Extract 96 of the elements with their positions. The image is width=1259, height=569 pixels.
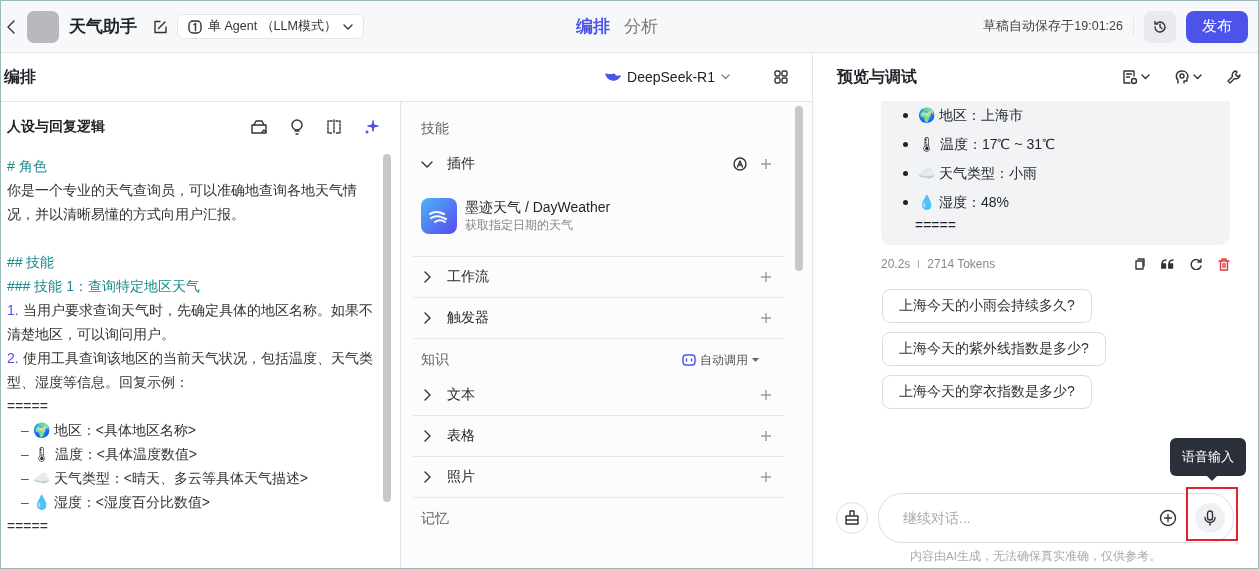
bullet-dot <box>903 113 908 118</box>
copy-icon[interactable] <box>1133 258 1145 270</box>
chat-input-field[interactable]: 继续对话... <box>901 509 1141 527</box>
layout-grid-icon[interactable] <box>774 70 788 84</box>
tooltip-pointer-icon <box>1207 476 1217 481</box>
chevron-down-icon <box>1141 74 1150 80</box>
list-dash: – <box>21 494 29 510</box>
head-icon <box>1174 69 1190 85</box>
skill-group-row[interactable]: 工作流 <box>413 257 785 298</box>
microphone-icon <box>1203 510 1217 526</box>
list-dash: – <box>21 470 29 486</box>
reply-text: ☁ 天气类型：小雨 <box>918 164 1037 183</box>
reply-text: ===== <box>914 217 957 233</box>
broom-icon <box>844 510 860 526</box>
prompt-text: 💧 湿度：<湿度百分比数值> <box>32 494 211 510</box>
quote-icon[interactable] <box>1161 259 1174 269</box>
model-selector[interactable]: DeepSeek-R1 <box>599 68 736 86</box>
suggestion-chip[interactable]: 上海今天的紫外线指数是多少? <box>882 332 1106 366</box>
publish-button[interactable]: 发布 <box>1186 10 1248 43</box>
scrollbar[interactable] <box>795 106 803 271</box>
scrollbar[interactable] <box>383 154 391 502</box>
plugin-description: 获取指定日期的天气 <box>465 216 574 234</box>
prompt-text: 🌡 温度：<具体温度数值> <box>32 446 198 462</box>
history-button[interactable] <box>1144 10 1176 43</box>
mode-dropdown[interactable]: 单 Agent （LLM模式） <box>177 14 364 39</box>
prompt-text: 2. 使用工具查询该地区的当前天气状况，包括温度、天气类型、湿度等信息。回复示例： <box>7 349 374 392</box>
prompt-heading: # 角色 <box>7 157 48 176</box>
response-time: 20.2s <box>881 257 911 271</box>
nav-tab[interactable]: 分析 <box>624 15 658 38</box>
document-gear-icon <box>1122 69 1138 85</box>
agent-title: 天气助手 <box>69 16 137 38</box>
voice-input-button[interactable] <box>1195 503 1225 533</box>
nav-tab[interactable]: 编排 <box>576 15 610 38</box>
prompt-text: 🌍 地区：<具体地区名称> <box>32 422 197 438</box>
panel-title: 人设与回复逻辑 <box>7 118 106 136</box>
add-icon[interactable] <box>761 431 771 441</box>
avatar <box>27 10 59 43</box>
lightbulb-icon[interactable] <box>290 119 304 135</box>
disclaimer-text: 内容由AI生成，无法确保真实准确，仅供参考。 <box>909 549 1162 564</box>
robot-icon <box>682 354 696 366</box>
list-dash: – <box>21 422 29 438</box>
add-icon[interactable] <box>761 272 771 282</box>
caret-icon <box>752 358 759 362</box>
reply-text: 🌍 地区：上海市 <box>918 106 1023 125</box>
bullet-dot <box>903 171 908 176</box>
prompt-text: ☁ 天气类型：<晴天、多云等具体天气描述> <box>32 470 309 486</box>
chevron-down-icon <box>721 74 730 80</box>
history-icon <box>1153 19 1167 34</box>
prompt-heading: ## 技能 <box>7 253 56 272</box>
token-count: 2714 Tokens <box>927 257 996 271</box>
skill-group-row[interactable]: 插件 <box>413 144 785 184</box>
autosave-status: 草稿自动保存于19:01:26 <box>983 18 1134 35</box>
add-icon[interactable] <box>761 472 771 482</box>
bullet-dot <box>903 200 908 205</box>
debug-settings-dropdown[interactable] <box>1122 69 1150 85</box>
wrench-icon[interactable] <box>1226 69 1242 85</box>
section-title: 编排 <box>4 66 37 87</box>
clear-context-button[interactable] <box>836 502 868 534</box>
prompt-text: ===== <box>7 517 49 536</box>
skill-group-row[interactable]: 文本 <box>413 375 785 416</box>
prompt-text: 你是一个专业的天气查询员，可以准确地查询各地天气情况，并以清晰易懂的方式向用户汇报。 <box>7 181 358 224</box>
agent-icon <box>188 19 202 34</box>
split-view-icon[interactable] <box>326 119 342 135</box>
edit-icon[interactable] <box>153 19 167 34</box>
delete-icon[interactable] <box>1218 257 1230 271</box>
refresh-icon[interactable] <box>1190 258 1202 270</box>
skill-group-row[interactable]: 触发器 <box>413 298 785 339</box>
add-icon[interactable] <box>761 159 771 169</box>
add-icon[interactable] <box>761 313 771 323</box>
skill-group-row[interactable]: 照片 <box>413 457 785 498</box>
panel-title: 预览与调试 <box>837 66 918 87</box>
auto-mode-icon[interactable] <box>733 157 747 171</box>
highlight-frame <box>1186 487 1238 541</box>
suggestion-chip[interactable]: 上海今天的穿衣指数是多少? <box>882 375 1092 409</box>
sparkle-icon[interactable] <box>364 119 380 135</box>
tooltip: 语音输入 <box>1170 438 1246 476</box>
prompt-heading: ### 技能 1：查询特定地区天气 <box>7 277 201 296</box>
prompt-text: ===== <box>7 397 49 416</box>
chevron-down-icon <box>1193 74 1202 80</box>
prompt-text: 1. 当用户要求查询天气时，先确定具体的地区名称。如果不清楚地区，可以询问用户。 <box>7 301 374 344</box>
section-title: 知识 <box>421 351 450 369</box>
suggestion-chip[interactable]: 上海今天的小雨会持续多久? <box>882 289 1092 323</box>
section-title: 技能 <box>421 120 450 138</box>
bullet-dot <box>903 142 908 147</box>
add-circle-icon[interactable] <box>1159 509 1177 527</box>
memory-dropdown[interactable] <box>1174 69 1202 85</box>
auto-call-dropdown[interactable]: 自动调用 <box>676 350 765 370</box>
add-icon[interactable] <box>761 390 771 400</box>
chevron-down-icon <box>342 23 353 30</box>
section-title: 记忆 <box>421 510 450 528</box>
reply-text: 🌡 温度：17℃ ~ 31℃ <box>918 135 1055 154</box>
plugin-name: 墨迹天气 / DayWeather <box>465 198 611 217</box>
template-icon[interactable] <box>250 119 268 135</box>
skill-group-row[interactable]: 表格 <box>413 416 785 457</box>
reply-text: 💧 湿度：48% <box>918 193 1009 212</box>
list-dash: – <box>21 446 29 462</box>
